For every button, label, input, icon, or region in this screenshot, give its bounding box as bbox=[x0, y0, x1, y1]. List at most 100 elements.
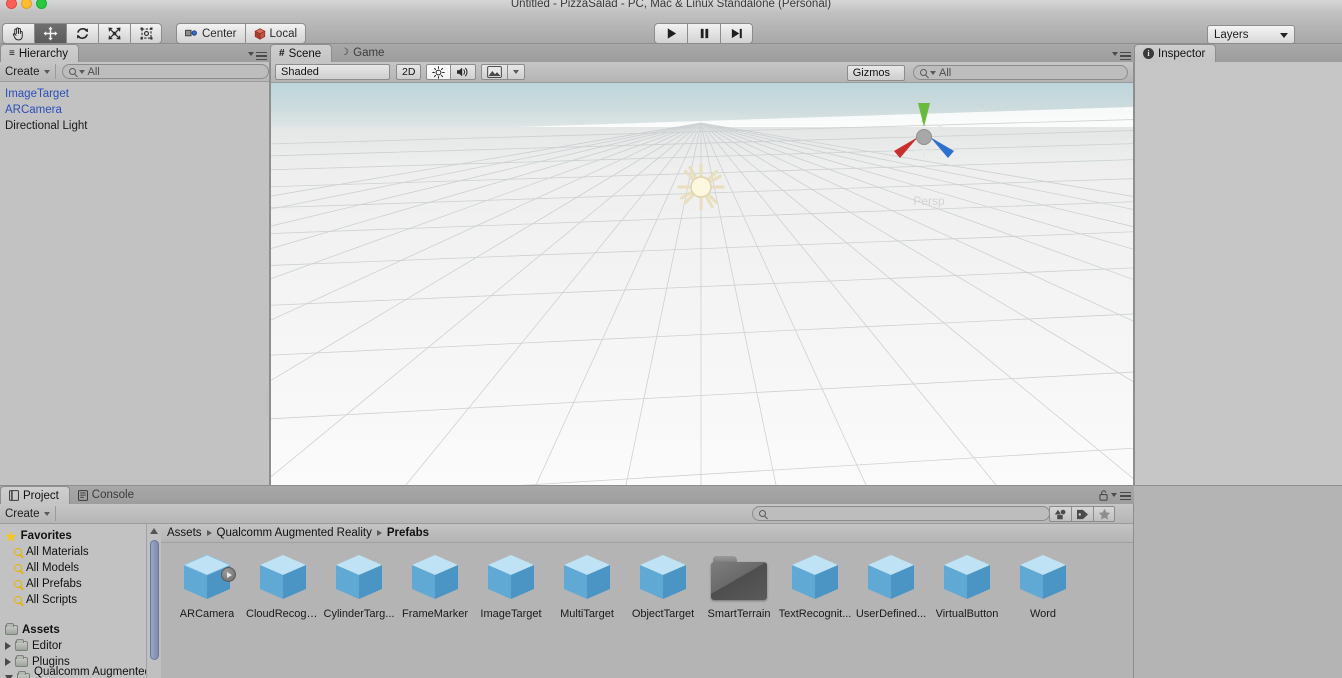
filter-favorites-button[interactable] bbox=[1093, 506, 1115, 522]
scene-tabstrip: # Scene ☽ Game bbox=[270, 44, 1134, 62]
filter-by-type-button[interactable] bbox=[1049, 506, 1071, 522]
gizmos-dropdown[interactable]: Gizmos bbox=[846, 65, 905, 81]
asset-item-objecttarget[interactable]: ObjectTarget bbox=[625, 551, 701, 629]
step-icon bbox=[731, 28, 742, 39]
hamburger-icon bbox=[1120, 491, 1131, 501]
scene-viewport[interactable]: y Persp bbox=[271, 83, 1133, 485]
breadcrumb-qualcomm[interactable]: Qualcomm Augmented Reality bbox=[217, 527, 372, 539]
asset-item-cylindertarget[interactable]: CylinderTarg... bbox=[321, 551, 397, 629]
chevron-right-icon bbox=[376, 530, 382, 536]
project-search-wrap bbox=[752, 506, 1050, 521]
asset-label: ARCamera bbox=[179, 608, 235, 620]
pause-button[interactable] bbox=[687, 23, 720, 44]
tab-hierarchy[interactable]: ≡ Hierarchy bbox=[0, 44, 80, 62]
assets-root-row[interactable]: Assets bbox=[0, 622, 161, 638]
hierarchy-item-arcamera[interactable]: ARCamera bbox=[0, 102, 269, 118]
hand-tool-button[interactable] bbox=[2, 23, 34, 44]
play-button[interactable] bbox=[654, 23, 687, 44]
project-sidebar-scrollbar[interactable] bbox=[146, 524, 161, 678]
rect-tool-button[interactable] bbox=[130, 23, 162, 44]
asset-item-arcamera[interactable]: ARCamera bbox=[169, 551, 245, 629]
scene-panel-menu[interactable] bbox=[1112, 51, 1131, 60]
layers-dropdown[interactable]: Layers bbox=[1207, 25, 1295, 44]
tab-inspector-label: Inspector bbox=[1158, 47, 1206, 60]
rotate-tool-button[interactable] bbox=[66, 23, 98, 44]
asset-label: FrameMarker bbox=[401, 608, 468, 620]
scene-search-input[interactable]: All bbox=[913, 65, 1128, 80]
hierarchy-item-directional-light[interactable]: Directional Light bbox=[0, 118, 269, 134]
speaker-icon bbox=[457, 67, 468, 77]
project-search-input[interactable] bbox=[752, 506, 1050, 521]
chevron-down-icon bbox=[1111, 492, 1117, 497]
hierarchy-item-imagetarget[interactable]: ImageTarget bbox=[0, 86, 269, 102]
filter-by-label-button[interactable] bbox=[1071, 506, 1093, 522]
asset-item-userdefinedtarget[interactable]: UserDefined... bbox=[853, 551, 929, 629]
folder-row-editor[interactable]: Editor bbox=[0, 638, 161, 654]
chevron-right-icon[interactable] bbox=[5, 658, 11, 666]
space-mode-button[interactable]: Local bbox=[244, 23, 307, 44]
scene-render: y Persp bbox=[271, 83, 1133, 485]
project-panel-menu[interactable] bbox=[1099, 490, 1131, 502]
asset-item-imagetarget[interactable]: ImageTarget bbox=[473, 551, 549, 629]
favorite-all-models[interactable]: All Models bbox=[0, 560, 161, 576]
tab-game[interactable]: ☽ Game bbox=[332, 44, 394, 62]
folder-row-qualcomm[interactable]: Qualcomm Augmented R bbox=[0, 666, 161, 678]
favorite-all-scripts[interactable]: All Scripts bbox=[0, 592, 161, 608]
favorite-label: All Prefabs bbox=[26, 578, 82, 590]
layers-label: Layers bbox=[1214, 28, 1249, 41]
draw-mode-dropdown[interactable]: Shaded bbox=[275, 64, 390, 80]
breadcrumb-assets[interactable]: Assets bbox=[167, 527, 202, 539]
favorite-all-materials[interactable]: All Materials bbox=[0, 544, 161, 560]
project-tabstrip: Project Console bbox=[0, 486, 1134, 504]
effects-dropdown-button[interactable] bbox=[507, 64, 526, 80]
tab-scene[interactable]: # Scene bbox=[270, 44, 333, 62]
search-icon bbox=[759, 510, 766, 517]
hamburger-icon bbox=[1120, 51, 1131, 60]
toggle-lighting-button[interactable] bbox=[426, 64, 451, 80]
prefab-cube-icon bbox=[407, 551, 463, 605]
asset-grid: ARCamera CloudRecogn... CylinderTarg... … bbox=[161, 543, 1133, 677]
hand-icon bbox=[12, 27, 23, 41]
asset-item-word[interactable]: Word bbox=[1005, 551, 1081, 629]
chevron-right-icon[interactable] bbox=[5, 642, 11, 650]
gizmo-projection-label: Persp bbox=[913, 194, 945, 208]
project-create-button[interactable]: Create bbox=[0, 506, 56, 521]
tab-project[interactable]: Project bbox=[0, 486, 70, 504]
search-icon bbox=[14, 564, 22, 572]
scale-tool-button[interactable] bbox=[98, 23, 130, 44]
space-mode-label: Local bbox=[269, 27, 298, 40]
hierarchy-create-button[interactable]: Create bbox=[0, 64, 56, 79]
inspector-body bbox=[1134, 62, 1342, 486]
asset-item-virtualbutton[interactable]: VirtualButton bbox=[929, 551, 1005, 629]
scroll-up-arrow-icon[interactable] bbox=[150, 528, 158, 534]
asset-item-multitarget[interactable]: MultiTarget bbox=[549, 551, 625, 629]
toggle-2d-button[interactable]: 2D bbox=[396, 64, 422, 80]
asset-item-framemarker[interactable]: FrameMarker bbox=[397, 551, 473, 629]
pause-icon bbox=[700, 28, 708, 39]
prefab-cube-icon bbox=[1015, 551, 1071, 605]
hierarchy-search-input[interactable]: All bbox=[61, 64, 269, 79]
sun-icon bbox=[432, 65, 446, 79]
pivot-mode-button[interactable]: Center bbox=[176, 23, 245, 44]
search-icon bbox=[14, 548, 22, 556]
asset-item-textrecognition[interactable]: TextRecognit... bbox=[777, 551, 853, 629]
chevron-down-icon bbox=[43, 511, 50, 516]
hierarchy-panel-menu[interactable] bbox=[248, 51, 267, 60]
prefab-cube-icon bbox=[255, 551, 311, 605]
toggle-audio-button[interactable] bbox=[450, 64, 477, 80]
tab-inspector[interactable]: i Inspector bbox=[1134, 44, 1217, 62]
toggle-effects-button[interactable] bbox=[481, 64, 508, 80]
move-tool-button[interactable] bbox=[34, 23, 66, 44]
inspector-panel: i Inspector bbox=[1134, 44, 1342, 486]
asset-item-cloudrecognition[interactable]: CloudRecogn... bbox=[245, 551, 321, 629]
tab-game-label: Game bbox=[353, 47, 385, 59]
chevron-down-icon bbox=[1280, 32, 1288, 38]
hierarchy-create-label: Create bbox=[5, 65, 40, 78]
scene-grid-icon: # bbox=[279, 47, 285, 59]
scrollbar-thumb[interactable] bbox=[150, 540, 159, 660]
pivot-center-icon bbox=[185, 29, 197, 37]
tab-console[interactable]: Console bbox=[70, 486, 144, 504]
step-button[interactable] bbox=[720, 23, 753, 44]
asset-item-smartterrain[interactable]: SmartTerrain bbox=[701, 551, 777, 629]
favorite-all-prefabs[interactable]: All Prefabs bbox=[0, 576, 161, 592]
